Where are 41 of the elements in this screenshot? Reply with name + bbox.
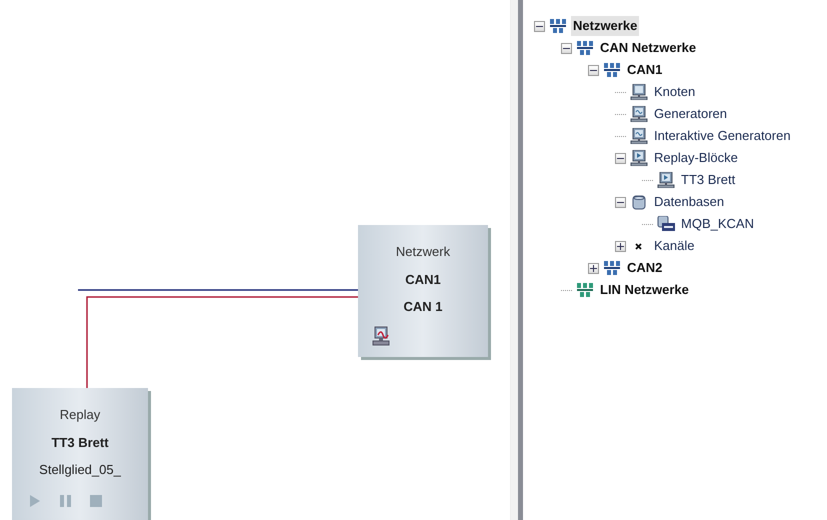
computer-icon bbox=[630, 84, 648, 100]
tree-item[interactable]: Netzwerke bbox=[571, 16, 640, 36]
block-name: TT3 Brett bbox=[51, 434, 109, 452]
replay-computer-icon bbox=[630, 150, 648, 166]
tree-item[interactable]: Datenbasen bbox=[652, 192, 726, 212]
block-type: Netzwerk bbox=[396, 243, 450, 261]
network-icon bbox=[603, 260, 621, 276]
tree-item[interactable]: LIN Netzwerke bbox=[598, 280, 691, 300]
tree-item[interactable]: TT3 Brett bbox=[679, 170, 738, 190]
tree-item[interactable]: Kanäle bbox=[652, 236, 696, 256]
collapse-icon[interactable] bbox=[615, 196, 626, 208]
tree-item[interactable]: Generatoren bbox=[652, 104, 729, 124]
tree-item[interactable]: Replay-Blöcke bbox=[652, 148, 740, 168]
collapse-icon[interactable] bbox=[615, 152, 626, 164]
tree-item[interactable]: Interaktive Generatoren bbox=[652, 126, 793, 146]
expand-icon[interactable] bbox=[588, 262, 599, 274]
replay-computer-icon bbox=[657, 172, 675, 188]
database-icon bbox=[630, 194, 648, 210]
channel-name: CAN 1 bbox=[403, 298, 442, 316]
wave-computer-icon bbox=[630, 106, 648, 122]
collapse-icon[interactable] bbox=[534, 20, 545, 32]
block-type: Replay bbox=[60, 406, 100, 424]
wave-computer-icon bbox=[630, 128, 648, 144]
network-icon bbox=[603, 62, 621, 78]
collapse-icon[interactable] bbox=[588, 64, 599, 76]
tree-item[interactable]: CAN Netzwerke bbox=[598, 38, 698, 58]
expand-icon[interactable] bbox=[615, 240, 626, 252]
tree-item[interactable]: CAN1 bbox=[625, 60, 664, 80]
tree-item[interactable]: Knoten bbox=[652, 82, 698, 102]
tree-item[interactable]: CAN2 bbox=[625, 258, 664, 278]
network-icon bbox=[576, 40, 594, 56]
collapse-icon[interactable] bbox=[561, 42, 572, 54]
splitter[interactable] bbox=[510, 0, 523, 520]
block-name: CAN1 bbox=[405, 270, 441, 288]
database-file-icon bbox=[657, 216, 675, 232]
file-name: Stellglied_05_ bbox=[39, 461, 121, 479]
network-icon bbox=[549, 18, 567, 34]
monitor-icon bbox=[372, 326, 392, 346]
network-icon bbox=[576, 282, 594, 298]
network-block[interactable]: Netzwerk CAN1 CAN 1 bbox=[358, 225, 488, 357]
tree-item[interactable]: MQB_KCAN bbox=[679, 214, 756, 234]
